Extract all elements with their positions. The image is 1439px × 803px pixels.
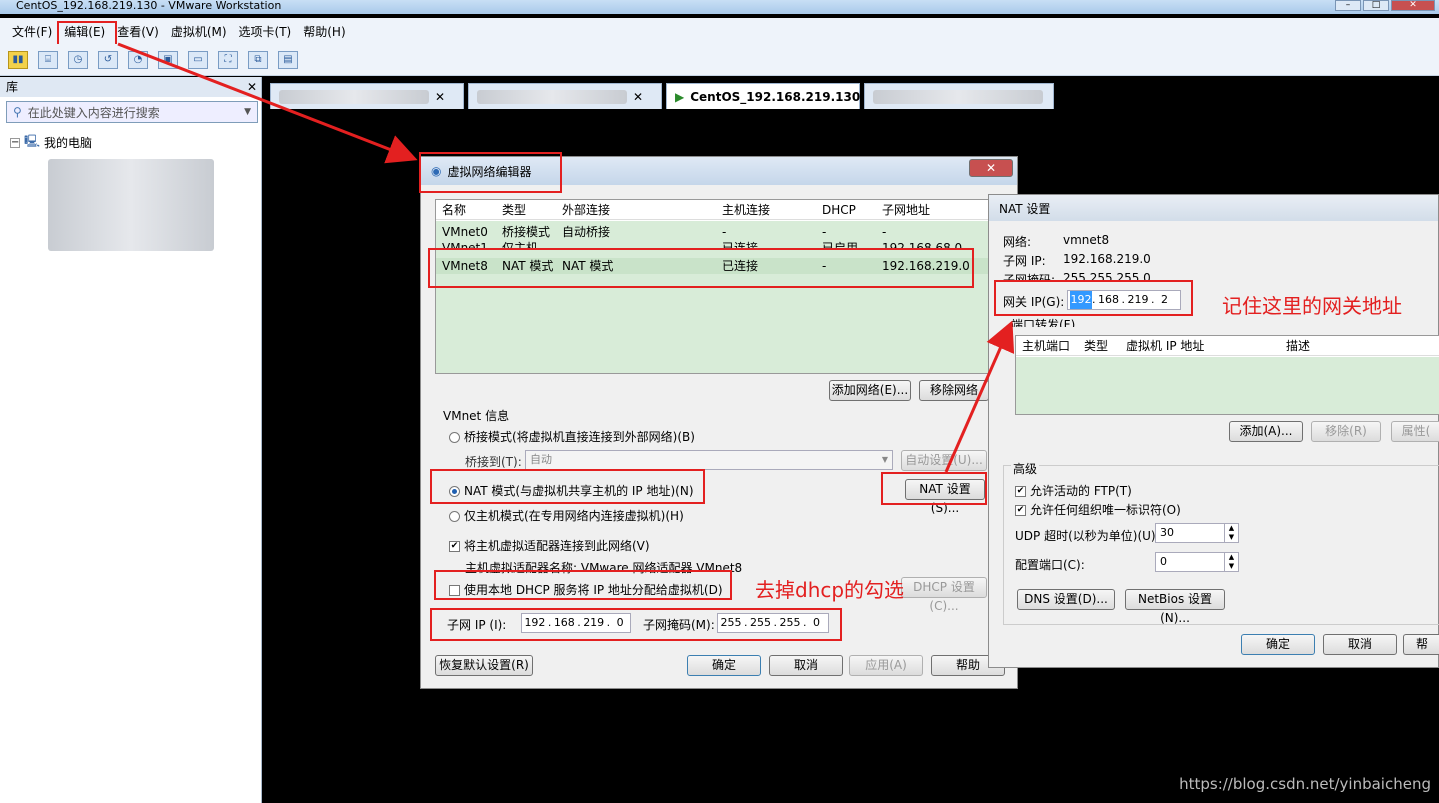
annotation-arrows	[117, 42, 1015, 473]
watermark: https://blog.csdn.net/yinbaicheng	[1179, 775, 1431, 793]
arrow-nat-to-gateway	[944, 320, 1015, 473]
arrow-menu-to-editor	[117, 42, 418, 164]
